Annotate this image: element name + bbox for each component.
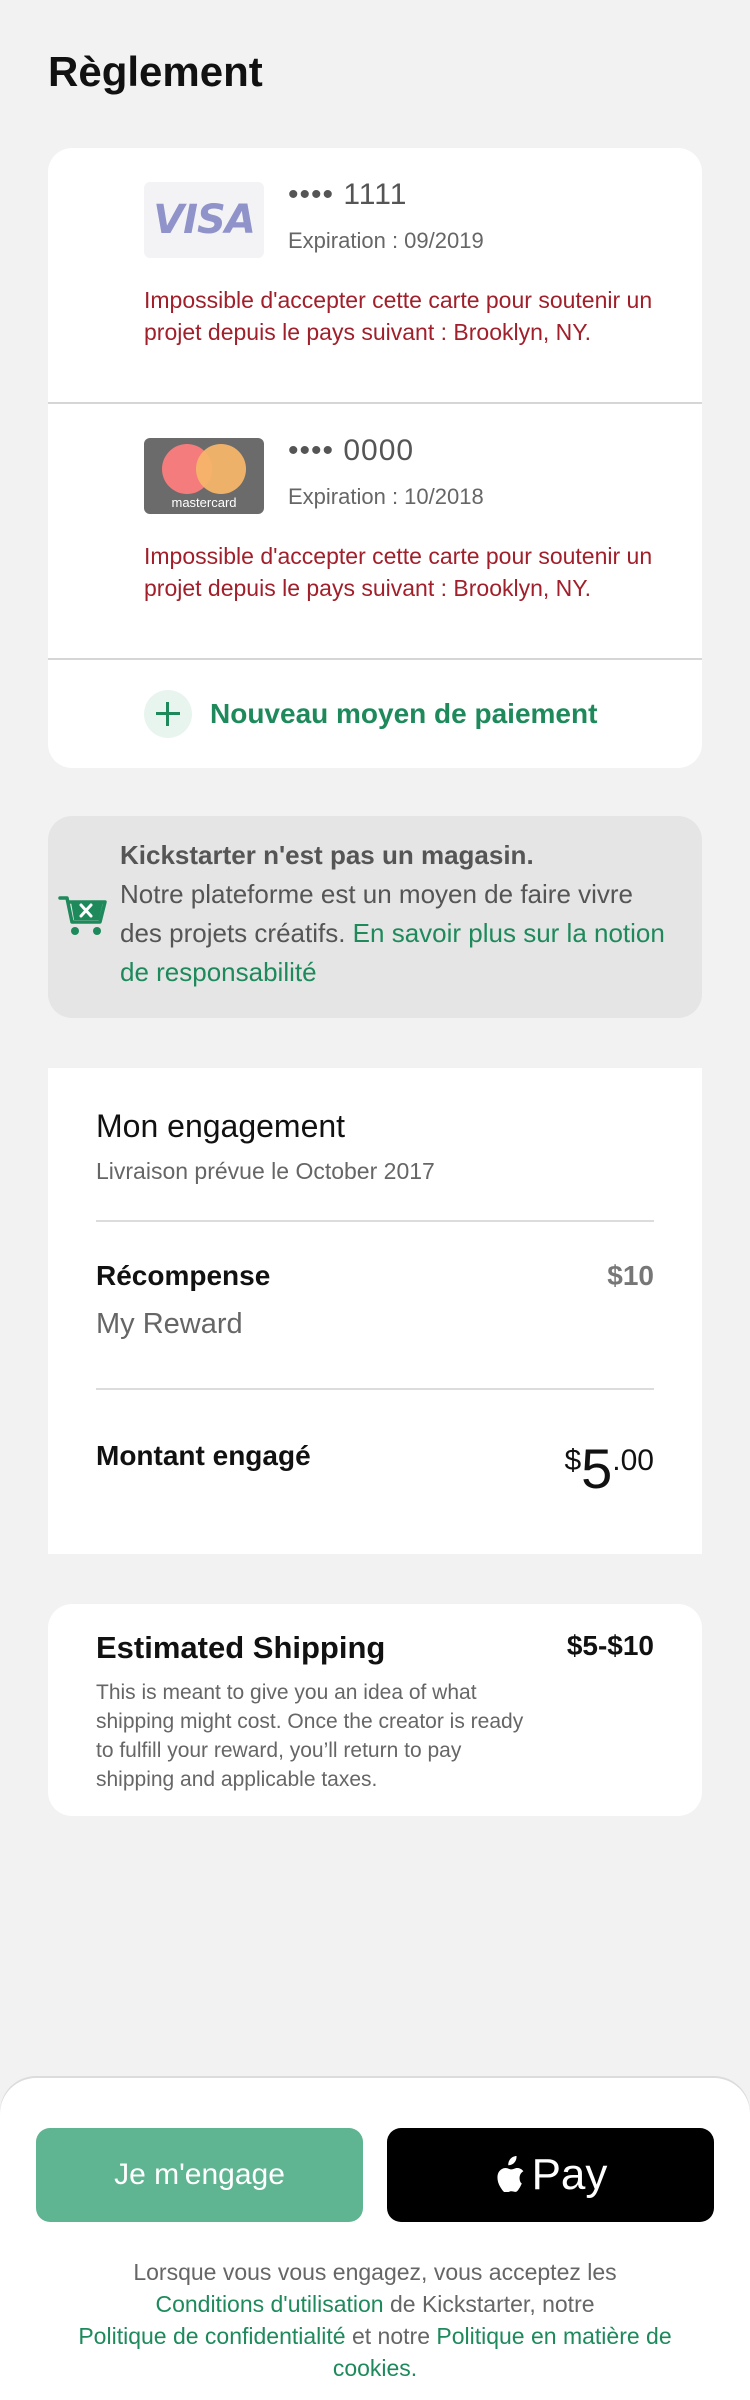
apple-pay-button[interactable]: Pay <box>387 2128 714 2222</box>
mastercard-logo: mastercard <box>144 438 264 514</box>
estimated-delivery: Livraison prévue le October 2017 <box>96 1158 435 1184</box>
pledge-button[interactable]: Je m'engage <box>36 2128 363 2222</box>
not-a-store-notice: Kickstarter n'est pas un magasin. Notre … <box>48 816 702 1018</box>
card-expiration: Expiration : 10/2018 <box>288 484 484 509</box>
payment-method-visa[interactable]: VISA •••• 1111 Expiration : 09/2019 Impo… <box>48 148 702 404</box>
mastercard-logo-text: mastercard <box>171 495 237 510</box>
checkout-footer: Je m'engage Pay Lorsque vous vous engage… <box>0 2078 750 2400</box>
amount-currency: $ <box>564 1444 582 1477</box>
shipping-description: This is meant to give you an idea of wha… <box>96 1681 524 1791</box>
legal-text-part: de Kickstarter, notre <box>389 2291 595 2317</box>
new-payment-method-button[interactable]: Nouveau moyen de paiement <box>48 660 702 768</box>
pledge-amount-label: Montant engagé <box>96 1440 311 1471</box>
terms-of-use-link[interactable]: Conditions d'utilisation <box>155 2291 383 2317</box>
card-error-message: Impossible d'accepter cette carte pour s… <box>144 543 653 601</box>
payment-methods-card: VISA •••• 1111 Expiration : 09/2019 Impo… <box>48 148 702 768</box>
divider <box>96 1220 654 1222</box>
card-error-message: Impossible d'accepter cette carte pour s… <box>144 287 653 345</box>
apple-pay-label: Pay <box>531 2150 608 2199</box>
pledge-summary: Mon engagement Livraison prévue le Octob… <box>48 1068 702 1554</box>
reward-label: Récompense <box>96 1260 271 1291</box>
legal-text-part: et notre <box>351 2323 430 2349</box>
new-payment-method-label: Nouveau moyen de paiement <box>210 698 598 729</box>
reward-price: $10 <box>607 1260 654 1291</box>
estimated-shipping-card: Estimated Shipping $5-$10 This is meant … <box>48 1604 702 1816</box>
reward-name: My Reward <box>96 1308 243 1340</box>
cart-icon <box>58 896 107 935</box>
pledge-amount-value: $5.00 <box>564 1436 654 1501</box>
legal-text: Lorsque vous vous engagez, vous acceptez… <box>60 2256 690 2384</box>
pledge-title: Mon engagement <box>96 1108 346 1144</box>
apple-icon <box>497 2156 523 2192</box>
plus-icon <box>144 690 192 738</box>
card-number: •••• 1111 <box>288 178 408 211</box>
divider <box>96 1388 654 1390</box>
visa-logo-text: VISA <box>153 197 256 243</box>
page-title: Règlement <box>48 48 263 95</box>
payment-method-mastercard[interactable]: mastercard •••• 0000 Expiration : 10/201… <box>48 404 702 660</box>
shipping-title: Estimated Shipping <box>96 1630 386 1665</box>
amount-cents: .00 <box>612 1444 654 1477</box>
visa-logo: VISA <box>144 182 264 258</box>
notice-title: Kickstarter n'est pas un magasin. <box>120 840 534 870</box>
legal-text-part: Lorsque vous vous engagez, vous acceptez… <box>133 2259 617 2285</box>
amount-whole: 5 <box>581 1437 613 1500</box>
privacy-policy-link[interactable]: Politique de confidentialité <box>78 2323 345 2349</box>
notice-text: Kickstarter n'est pas un magasin. Notre … <box>120 836 680 992</box>
card-number: •••• 0000 <box>288 434 415 467</box>
card-expiration: Expiration : 09/2019 <box>288 228 484 253</box>
shipping-price: $5-$10 <box>566 1630 654 1661</box>
